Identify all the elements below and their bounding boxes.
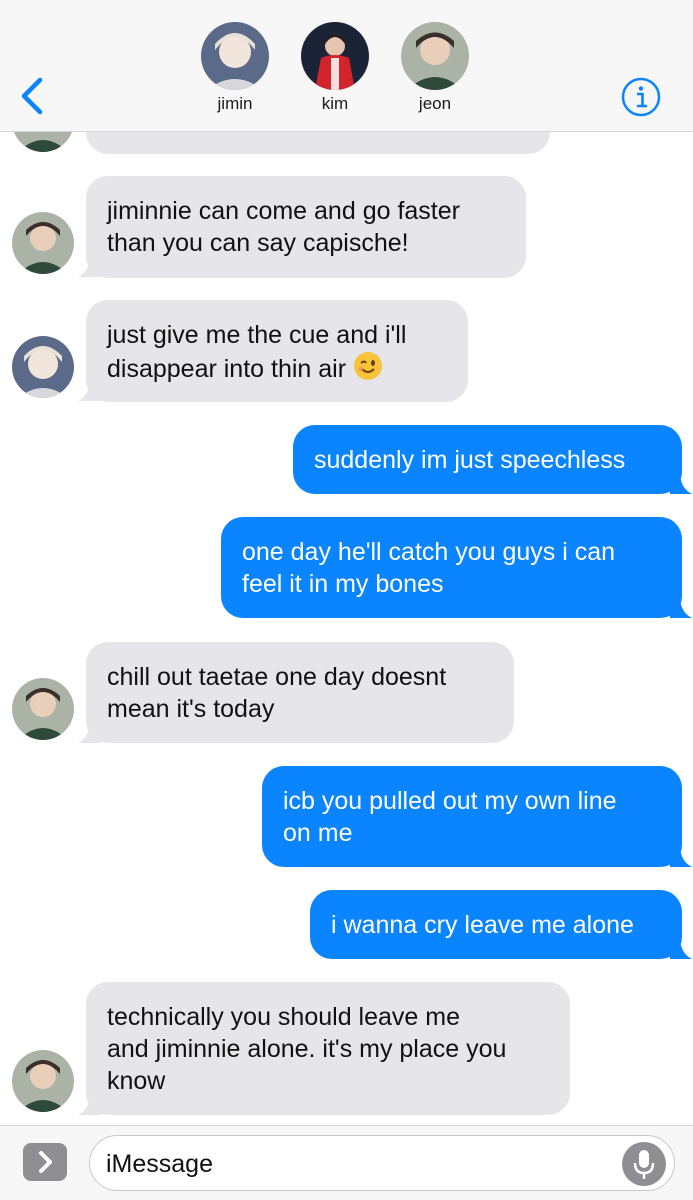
contact-jeon[interactable]: jeon (401, 22, 469, 114)
contact-jimin[interactable]: jimin (201, 22, 269, 114)
message-text: jiminnie can come and go faster than you… (107, 197, 460, 257)
chevron-right-icon (39, 1151, 52, 1173)
avatar (401, 22, 469, 90)
microphone-button[interactable] (622, 1142, 666, 1186)
conversation-header: jimin kim jeon (0, 0, 693, 132)
info-icon (621, 77, 661, 117)
message-text: icb you pulled out my own line on me (283, 787, 617, 847)
info-button[interactable] (620, 76, 662, 118)
message-input[interactable] (106, 1148, 606, 1180)
message-text: suddenly im just speechless (314, 446, 626, 474)
message-bubble-incoming[interactable]: just give me the cue and i'll disappear … (86, 300, 468, 402)
contact-name: kim (321, 94, 349, 113)
message-bubble-incoming[interactable]: chill out taetae one day doesnt mean it'… (86, 642, 514, 743)
message-bubble-incoming[interactable]: technically you should leave me and jimi… (86, 982, 570, 1115)
avatar-jeon[interactable] (12, 678, 74, 740)
apps-button[interactable] (23, 1143, 67, 1181)
message-bubble-outgoing[interactable]: icb you pulled out my own line on me (262, 766, 682, 867)
message-input-field[interactable] (89, 1135, 675, 1191)
avatar-jimin[interactable] (12, 336, 74, 398)
message-bubble-outgoing[interactable]: one day he'll catch you guys i can feel … (221, 517, 682, 618)
compose-bar (0, 1125, 693, 1200)
message-text: one day he'll catch you guys i can feel … (242, 538, 616, 598)
message-text: technically you should leave me and jimi… (107, 1003, 507, 1095)
message-thread[interactable]: jiminnie can come and go faster than you… (0, 0, 693, 1125)
avatar-jeon[interactable] (12, 1050, 74, 1112)
avatar-jeon[interactable] (12, 212, 74, 274)
back-button[interactable] (14, 76, 50, 116)
contact-name: jimin (217, 94, 253, 113)
message-bubble-incoming[interactable]: jiminnie can come and go faster than you… (86, 176, 526, 278)
contact-kim[interactable]: kim (301, 22, 369, 114)
winking-face-icon (353, 351, 383, 381)
message-text: chill out taetae one day doesnt mean it'… (107, 663, 447, 723)
avatar (201, 22, 269, 90)
avatar (301, 22, 369, 90)
contact-name: jeon (418, 94, 452, 113)
message-text: i wanna cry leave me alone (331, 911, 634, 939)
chevron-left-icon (21, 77, 43, 115)
message-bubble-outgoing[interactable]: suddenly im just speechless (293, 425, 682, 494)
microphone-icon (633, 1150, 655, 1179)
message-bubble-outgoing[interactable]: i wanna cry leave me alone (310, 890, 682, 959)
